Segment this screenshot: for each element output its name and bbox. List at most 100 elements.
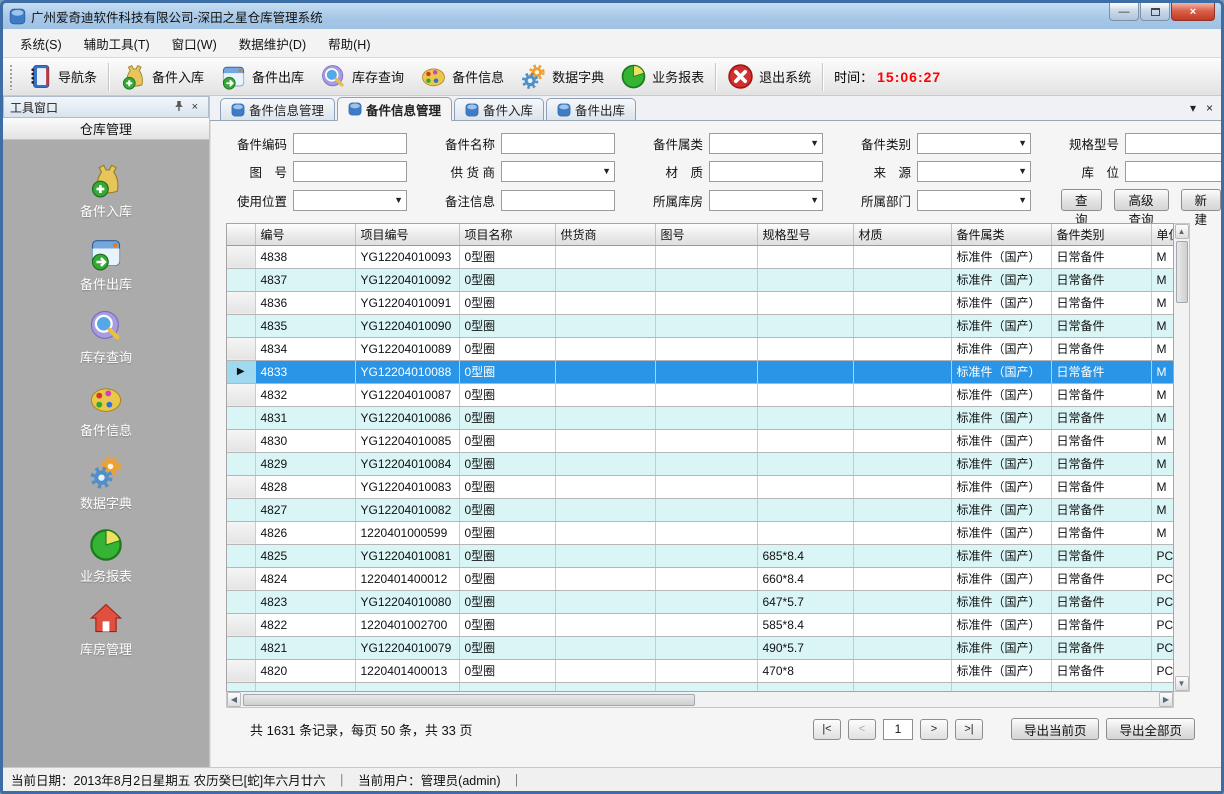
first-page-button[interactable]: |< [813, 719, 841, 740]
tab-spare-outbound[interactable]: 备件出库 [546, 98, 636, 120]
advanced-query-button[interactable]: 高级查询 [1114, 189, 1169, 211]
sidebar-item-stock-query[interactable]: 库存查询 [80, 308, 132, 366]
drawing-no-input[interactable] [293, 161, 407, 182]
menu-system[interactable]: 系统(S) [9, 29, 73, 58]
table-row[interactable]: 4830YG122040100850型圈标准件（国产）日常备件M [227, 429, 1174, 452]
sidebar-group-warehouse[interactable]: 仓库管理 [3, 118, 209, 140]
table-row[interactable]: 4837YG122040100920型圈标准件（国产）日常备件M [227, 268, 1174, 291]
table-row[interactable]: 4823YG122040100800型圈647*5.7标准件（国产）日常备件PC [227, 590, 1174, 613]
vertical-scroll-thumb[interactable] [1176, 241, 1188, 303]
column-header[interactable]: 规格型号 [757, 224, 853, 245]
table-row[interactable]: 4827YG122040100820型圈标准件（国产）日常备件M [227, 498, 1174, 521]
maximize-button[interactable] [1140, 3, 1170, 21]
menu-data-maintenance[interactable]: 数据维护(D) [228, 29, 317, 58]
next-page-button[interactable]: > [920, 719, 948, 740]
table-row[interactable]: 482412204014000120型圈660*8.4标准件（国产）日常备件PC [227, 567, 1174, 590]
column-header[interactable]: 图号 [655, 224, 757, 245]
toolbar-stock-query-button[interactable]: 库存查询 [312, 61, 412, 92]
export-all-pages-button[interactable]: 导出全部页 [1106, 718, 1195, 740]
table-row[interactable]: 4831YG122040100860型圈标准件（国产）日常备件M [227, 406, 1174, 429]
toolbar-exit-button[interactable]: 退出系统 [719, 61, 819, 92]
remark-input[interactable] [501, 190, 615, 211]
table-cell [853, 613, 951, 636]
scroll-up-icon[interactable]: ▲ [1175, 224, 1189, 239]
table-row[interactable]: 482012204014000130型圈470*8标准件（国产）日常备件PC [227, 659, 1174, 682]
sidebar-item-spare-outbound[interactable]: 备件出库 [80, 235, 132, 293]
export-current-page-button[interactable]: 导出当前页 [1011, 718, 1100, 740]
table-row[interactable]: 4838YG122040100930型圈标准件（国产）日常备件M [227, 245, 1174, 268]
spare-name-input[interactable] [501, 133, 615, 154]
table-row[interactable]: 4832YG122040100870型圈标准件（国产）日常备件M [227, 383, 1174, 406]
query-button[interactable]: 查询 [1061, 189, 1102, 211]
toolbar-grip[interactable] [9, 64, 14, 90]
table-row[interactable]: 4834YG122040100890型圈标准件（国产）日常备件M [227, 337, 1174, 360]
minimize-button[interactable]: — [1109, 3, 1139, 21]
tab-overflow-icon[interactable]: ▾ [1190, 101, 1196, 115]
source-select[interactable]: ▼ [917, 161, 1031, 182]
sidebar-item-data-dictionary[interactable]: 数据字典 [80, 454, 132, 512]
vertical-scrollbar[interactable]: ▲ ▼ [1174, 223, 1190, 692]
column-header[interactable]: 备件属类 [951, 224, 1051, 245]
table-row[interactable]: 4821YG122040100790型圈490*5.7标准件（国产）日常备件PC [227, 636, 1174, 659]
sidebar-item-spare-info[interactable]: 备件信息 [80, 381, 132, 439]
sidebar-item-business-report[interactable]: 业务报表 [80, 527, 132, 585]
table-cell: 4837 [255, 268, 355, 291]
column-header[interactable]: 项目编号 [355, 224, 459, 245]
material-input[interactable] [709, 161, 823, 182]
table-row[interactable]: 4828YG122040100830型圈标准件（国产）日常备件M [227, 475, 1174, 498]
menu-help[interactable]: 帮助(H) [317, 29, 381, 58]
menu-window[interactable]: 窗口(W) [161, 29, 228, 58]
sidebar-item-warehouse-management[interactable]: 库房管理 [80, 600, 132, 658]
last-page-button[interactable]: >| [955, 719, 983, 740]
table-row[interactable]: 4835YG122040100900型圈标准件（国产）日常备件M [227, 314, 1174, 337]
spare-code-input[interactable] [293, 133, 407, 154]
table-cell: 日常备件 [1051, 337, 1151, 360]
close-button[interactable]: × [1171, 3, 1215, 21]
close-panel-icon[interactable]: × [188, 101, 202, 113]
tab-spare-inbound[interactable]: 备件入库 [454, 98, 544, 120]
page-number-input[interactable]: 1 [883, 719, 913, 740]
new-button[interactable]: 新建 [1181, 189, 1222, 211]
horizontal-scrollbar[interactable]: ◀ ▶ [226, 692, 1174, 708]
table-row[interactable]: 482212204010027000型圈585*8.4标准件（国产）日常备件PC [227, 613, 1174, 636]
table-row[interactable]: 4836YG122040100910型圈标准件（国产）日常备件M [227, 291, 1174, 314]
column-header[interactable]: 项目名称 [459, 224, 555, 245]
menu-aux-tools[interactable]: 辅助工具(T) [73, 29, 161, 58]
column-header[interactable]: 编号 [255, 224, 355, 245]
scroll-right-icon[interactable]: ▶ [1159, 692, 1173, 707]
table-cell: 0型圈 [459, 475, 555, 498]
spec-model-select[interactable]: ▼ [1125, 133, 1224, 154]
usage-position-select[interactable]: ▼ [293, 190, 407, 211]
toolbar-data-dictionary-button[interactable]: 数据字典 [512, 61, 612, 92]
table-row[interactable]: ▶4833YG122040100880型圈标准件（国产）日常备件M [227, 360, 1174, 383]
warehouse-select[interactable]: ▼ [709, 190, 823, 211]
column-header[interactable]: 备件类别 [1051, 224, 1151, 245]
table-row[interactable]: 4825YG122040100810型圈685*8.4标准件（国产）日常备件PC [227, 544, 1174, 567]
horizontal-scroll-thumb[interactable] [243, 694, 695, 706]
table-row[interactable]: 4829YG122040100840型圈标准件（国产）日常备件M [227, 452, 1174, 475]
toolbar-spare-outbound-button[interactable]: 备件出库 [212, 61, 312, 92]
storage-location-select[interactable]: ▼ [1125, 161, 1224, 182]
toolbar-business-report-button[interactable]: 业务报表 [612, 61, 712, 92]
spare-category-select[interactable]: ▼ [709, 133, 823, 154]
prev-page-button[interactable]: < [848, 719, 876, 740]
supplier-select[interactable]: ▼ [501, 161, 615, 182]
tab-spare-info-management-2[interactable]: 备件信息管理 [337, 97, 452, 121]
column-header[interactable]: 单位 [1151, 224, 1174, 245]
column-header[interactable]: 供货商 [555, 224, 655, 245]
usage-position-label: 使用位置 [225, 191, 287, 210]
toolbar-spare-inbound-button[interactable]: 备件入库 [112, 61, 212, 92]
spare-type-select[interactable]: ▼ [917, 133, 1031, 154]
tab-close-icon[interactable]: × [1206, 101, 1213, 115]
toolbar-spare-info-button[interactable]: 备件信息 [412, 61, 512, 92]
table-row[interactable]: 482612204010005990型圈标准件（国产）日常备件M [227, 521, 1174, 544]
scroll-down-icon[interactable]: ▼ [1175, 676, 1189, 691]
department-select[interactable]: ▼ [917, 190, 1031, 211]
sidebar-item-spare-inbound[interactable]: 备件入库 [80, 162, 132, 220]
table-row-partial[interactable] [227, 682, 1174, 692]
tab-spare-info-management-1[interactable]: 备件信息管理 [220, 98, 335, 120]
toolbar-navbar-button[interactable]: 导航条 [18, 61, 105, 92]
pin-icon[interactable] [170, 100, 188, 115]
scroll-left-icon[interactable]: ◀ [227, 692, 241, 707]
column-header[interactable]: 材质 [853, 224, 951, 245]
